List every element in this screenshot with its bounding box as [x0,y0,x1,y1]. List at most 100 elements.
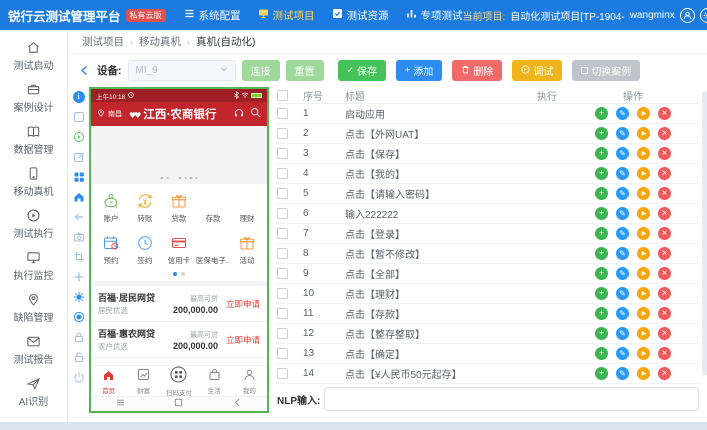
row-checkbox[interactable] [277,148,288,159]
grid-item-medical-insurance[interactable]: 医保电子.. [196,233,230,266]
tab-mine[interactable]: 我的 [232,368,267,395]
tab-wealth[interactable]: 财富 [126,368,161,395]
grid-menu-icon[interactable] [72,170,85,183]
edit-step-icon[interactable]: ✎ [616,227,629,240]
power-icon[interactable] [72,370,85,383]
row-checkbox[interactable] [277,108,288,119]
delete-step-icon[interactable]: × [658,327,671,340]
banner-carousel[interactable] [91,126,267,184]
settings-gear-icon[interactable] [700,8,707,23]
edit-step-icon[interactable]: ✎ [616,107,629,120]
grid-item-credit-card[interactable]: 信用卡 [162,233,196,266]
android-home-icon[interactable] [174,398,183,410]
run-step-icon[interactable]: ▶ [637,147,650,160]
add-step-icon[interactable]: + [595,247,608,260]
search-icon[interactable] [250,107,261,121]
edit-step-icon[interactable]: ✎ [616,287,629,300]
apply-now-link[interactable]: 立即申请 [226,298,260,310]
breadcrumb-mobile-device[interactable]: 移动真机 [139,34,181,49]
add-step-icon[interactable]: + [595,267,608,280]
add-step-icon[interactable]: + [595,207,608,220]
edit-step-icon[interactable]: ✎ [616,347,629,360]
nav-special-test[interactable]: 专项测试 [406,8,463,23]
device-back-icon[interactable] [72,210,85,223]
unlock-icon[interactable] [72,350,85,363]
run-step-icon[interactable]: ▶ [637,127,650,140]
grid-item-signing[interactable]: 签约 [128,233,162,266]
run-step-icon[interactable]: ▶ [637,367,650,380]
switch-case-button[interactable]: 切换案例 [572,60,640,81]
row-checkbox[interactable] [277,328,288,339]
run-step-icon[interactable]: ▶ [637,167,650,180]
sidebar-item-ai-recognition[interactable]: AI识别 [0,371,67,413]
sidebar-item-execution-monitor[interactable]: 执行监控 [0,245,67,287]
grid-item-transfer[interactable]: 转账 [128,191,162,224]
add-step-icon[interactable]: + [595,167,608,180]
add-step-icon[interactable]: + [595,227,608,240]
row-checkbox[interactable] [277,188,288,199]
back-arrow-icon[interactable] [78,64,91,77]
row-checkbox[interactable] [277,368,288,379]
recents-icon[interactable] [116,398,125,410]
select-all-checkbox[interactable] [277,90,288,101]
app-window-icon[interactable] [72,110,85,123]
edit-step-icon[interactable]: ✎ [616,167,629,180]
phone-screen-mirror[interactable]: 上午10:18 南昌 ♥♥ 江西·农商银行 [89,87,269,413]
crop-icon[interactable] [72,250,85,263]
edit-step-icon[interactable]: ✎ [616,327,629,340]
nav-test-resource[interactable]: 测试资源 [332,8,389,23]
grid-item-activity[interactable]: 活动 [230,233,264,266]
run-step-icon[interactable]: ▶ [637,187,650,200]
add-step-icon[interactable]: + [595,307,608,320]
nav-system-config[interactable]: 系统配置 [184,8,241,23]
edit-icon[interactable] [72,150,85,163]
device-info-icon[interactable]: i [72,90,85,103]
reset-button[interactable]: 重置 [286,60,324,81]
sidebar-item-test-report[interactable]: 测试报告 [0,329,67,371]
delete-step-icon[interactable]: × [658,127,671,140]
delete-step-icon[interactable]: × [658,347,671,360]
nlp-input[interactable] [324,387,699,411]
run-step-icon[interactable]: ▶ [637,267,650,280]
breadcrumb-test-project[interactable]: 测试项目 [82,34,124,49]
delete-step-icon[interactable]: × [658,207,671,220]
row-checkbox[interactable] [277,128,288,139]
add-step-icon[interactable]: + [595,287,608,300]
row-checkbox[interactable] [277,208,288,219]
row-checkbox[interactable] [277,308,288,319]
connect-button[interactable]: 连接 [242,60,280,81]
sidebar-item-test-launch[interactable]: 测试启动 [0,35,67,77]
add-step-icon[interactable]: + [595,367,608,380]
screenshot-camera-icon[interactable] [72,230,85,243]
lock-icon[interactable] [72,330,85,343]
edit-step-icon[interactable]: ✎ [616,267,629,280]
delete-step-icon[interactable]: × [658,307,671,320]
add-step-icon[interactable]: + [595,327,608,340]
run-step-icon[interactable]: ▶ [637,107,650,120]
sidebar-item-test-execution[interactable]: 测试执行 [0,203,67,245]
run-step-icon[interactable]: ▶ [637,327,650,340]
delete-step-icon[interactable]: × [658,367,671,380]
edit-step-icon[interactable]: ✎ [616,127,629,140]
add-step-icon[interactable]: + [595,147,608,160]
tab-home[interactable]: 首页 [91,368,126,395]
city-label[interactable]: 南昌 [108,109,122,119]
edit-step-icon[interactable]: ✎ [616,307,629,320]
run-step-icon[interactable]: ▶ [637,207,650,220]
delete-step-icon[interactable]: × [658,107,671,120]
delete-button[interactable]: 删除 [452,60,502,81]
row-checkbox[interactable] [277,348,288,359]
edit-step-icon[interactable]: ✎ [616,147,629,160]
sidebar-item-mobile-device[interactable]: 移动真机 [0,161,67,203]
debug-button[interactable]: 调试 [512,60,562,81]
delete-step-icon[interactable]: × [658,287,671,300]
run-step-icon[interactable]: ▶ [637,227,650,240]
grid-item-account[interactable]: 账户 [94,191,128,224]
device-home-icon[interactable] [72,190,85,203]
run-step-icon[interactable]: ▶ [637,247,650,260]
run-step-icon[interactable]: ▶ [637,307,650,320]
delete-step-icon[interactable]: × [658,167,671,180]
add-step-icon[interactable]: + [595,127,608,140]
edit-step-icon[interactable]: ✎ [616,187,629,200]
tab-scan-pay[interactable]: 扫码支付 [161,366,196,397]
